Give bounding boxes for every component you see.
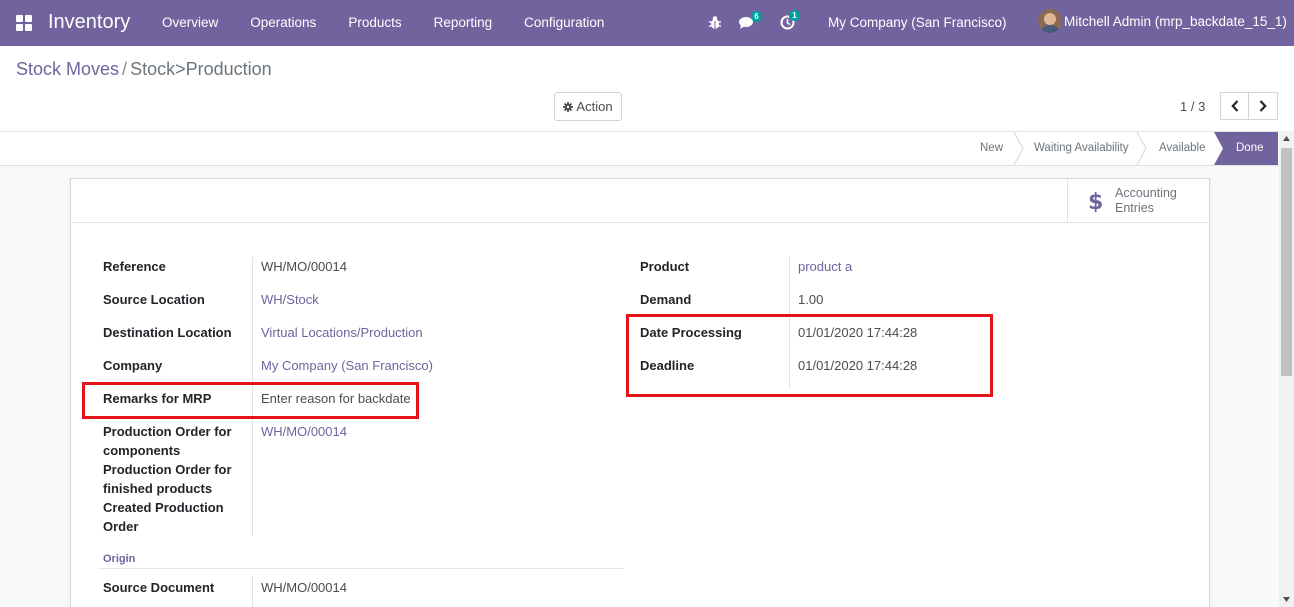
chevron-right-icon bbox=[1259, 100, 1267, 112]
label-product: Product bbox=[640, 259, 690, 274]
menu-operations[interactable]: Operations bbox=[234, 0, 332, 46]
label-source-location: Source Location bbox=[103, 292, 205, 307]
stage-done[interactable]: Done bbox=[1214, 132, 1278, 165]
value-source-location[interactable]: WH/Stock bbox=[261, 290, 319, 309]
stage-separator bbox=[1013, 132, 1024, 165]
menu-reporting[interactable]: Reporting bbox=[418, 0, 509, 46]
breadcrumb-separator: / bbox=[122, 59, 128, 79]
scroll-down-button[interactable] bbox=[1279, 592, 1294, 607]
label-created-production-order: Created Production Order bbox=[103, 500, 224, 534]
statusbar: New Waiting Availability Available Done bbox=[0, 131, 1294, 166]
pager-value[interactable]: 1 / 3 bbox=[1180, 99, 1205, 114]
accounting-entries-label: Accounting Entries bbox=[1115, 185, 1177, 215]
group-title-origin: Origin bbox=[103, 553, 136, 565]
action-label: Action bbox=[576, 99, 613, 114]
value-production-order-components[interactable]: WH/MO/00014 bbox=[261, 422, 347, 441]
value-demand: 1.00 bbox=[798, 292, 824, 307]
triangle-up-icon bbox=[1283, 136, 1290, 141]
svg-text:$: $ bbox=[1088, 190, 1102, 213]
value-destination-location[interactable]: Virtual Locations/Production bbox=[261, 323, 423, 342]
menu-products[interactable]: Products bbox=[332, 0, 417, 46]
menu-configuration[interactable]: Configuration bbox=[508, 0, 620, 46]
label-production-order-components: Production Order for components bbox=[103, 424, 232, 458]
label-source-document: Source Document bbox=[103, 580, 215, 595]
button-box: $ Accounting Entries bbox=[71, 179, 1209, 223]
action-button[interactable]: Action bbox=[554, 92, 622, 121]
label-production-order-finished: Production Order for finished products bbox=[103, 462, 232, 496]
value-company[interactable]: My Company (San Francisco) bbox=[261, 356, 433, 375]
value-source-document: WH/MO/00014 bbox=[261, 580, 347, 595]
company-switcher[interactable]: My Company (San Francisco) bbox=[828, 15, 1007, 30]
app-name[interactable]: Inventory bbox=[48, 11, 130, 34]
label-destination-location: Destination Location bbox=[103, 325, 232, 340]
activity-count-badge: 1 bbox=[789, 10, 800, 21]
value-product[interactable]: product a bbox=[798, 257, 852, 276]
dollar-icon: $ bbox=[1088, 190, 1102, 213]
stage-new[interactable]: New bbox=[980, 132, 1003, 165]
value-reference: WH/MO/00014 bbox=[261, 259, 347, 274]
main-menu: Overview Operations Products Reporting C… bbox=[146, 0, 620, 46]
chevron-left-icon bbox=[1230, 100, 1238, 112]
stage-separator bbox=[1136, 132, 1147, 165]
label-demand: Demand bbox=[640, 292, 692, 307]
field-separator-line bbox=[252, 576, 253, 607]
label-company: Company bbox=[103, 358, 163, 373]
highlight-dates bbox=[626, 314, 993, 397]
breadcrumb: Stock Moves / Stock>Production bbox=[16, 59, 272, 80]
scrollbar-thumb[interactable] bbox=[1281, 148, 1292, 376]
chat-messages-icon[interactable]: 6 bbox=[739, 11, 762, 33]
user-avatar bbox=[1038, 9, 1062, 33]
menu-overview[interactable]: Overview bbox=[146, 0, 234, 46]
stage-waiting-availability[interactable]: Waiting Availability bbox=[1034, 132, 1129, 165]
pager-previous-button[interactable] bbox=[1220, 92, 1249, 120]
user-menu[interactable]: Mitchell Admin (mrp_backdate_15_1) bbox=[1038, 9, 1287, 33]
accounting-entries-button[interactable]: $ Accounting Entries bbox=[1067, 179, 1209, 222]
label-reference: Reference bbox=[103, 259, 166, 274]
stage-available[interactable]: Available bbox=[1159, 132, 1205, 165]
breadcrumb-current: Stock>Production bbox=[130, 59, 272, 79]
breadcrumb-stock-moves[interactable]: Stock Moves bbox=[16, 59, 119, 79]
highlight-remarks-mrp bbox=[82, 382, 419, 419]
pager-next-button[interactable] bbox=[1249, 92, 1278, 120]
debug-bug-icon[interactable] bbox=[708, 15, 722, 33]
activity-clock-icon[interactable]: 1 bbox=[780, 10, 800, 33]
gear-icon bbox=[563, 101, 574, 112]
group-rule bbox=[98, 568, 624, 569]
top-navbar: Inventory Overview Operations Products R… bbox=[0, 0, 1294, 46]
scroll-up-button[interactable] bbox=[1279, 131, 1294, 146]
apps-menu-icon[interactable] bbox=[16, 15, 32, 31]
pager-buttons bbox=[1220, 92, 1278, 120]
user-name: Mitchell Admin (mrp_backdate_15_1) bbox=[1064, 13, 1287, 29]
triangle-down-icon bbox=[1283, 597, 1290, 602]
chat-count-badge: 6 bbox=[751, 11, 762, 22]
